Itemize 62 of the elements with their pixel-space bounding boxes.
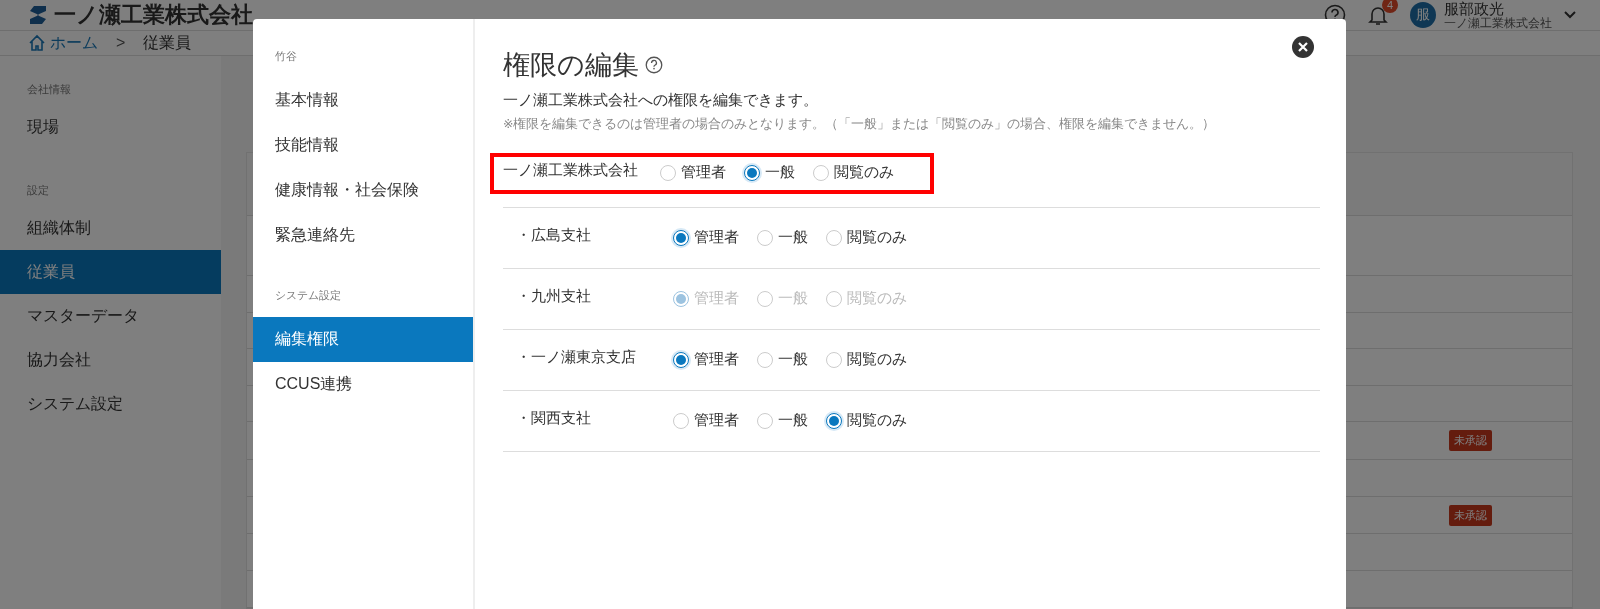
status-badge: 未承認 [1449,504,1492,526]
nav-item[interactable]: CCUS連携 [253,362,473,407]
role-option[interactable]: 一般 [757,350,808,369]
radio-button[interactable] [826,229,842,246]
notification-badge: 4 [1382,0,1398,13]
user-company: 一ノ瀬工業株式会社 [1444,16,1552,30]
help-icon[interactable] [645,56,663,74]
logo-icon [28,4,48,26]
radio-button[interactable] [744,164,760,181]
sidebar-item[interactable]: マスターデータ [0,294,221,338]
user-name: 服部政光 [1444,0,1504,17]
radio-button[interactable] [757,412,773,429]
role-option[interactable]: 閲覧のみ [813,163,894,182]
company-logo-text: 一ノ瀬工業株式会社 [54,1,253,29]
radio-button[interactable] [673,351,689,368]
radio-button[interactable] [660,164,676,181]
role-option[interactable]: 管理者 [660,163,726,182]
radio-button[interactable] [673,229,689,246]
employee-name: 竹谷 [274,49,298,64]
role-option: 管理者 [673,289,739,308]
radio-button[interactable] [757,351,773,368]
radio-button[interactable] [813,164,829,181]
role-option[interactable]: 閲覧のみ [826,228,907,247]
sidebar-item[interactable]: 協力会社 [0,338,221,382]
nav-item[interactable]: 技能情報 [253,123,473,168]
breadcrumb-current: 従業員 [143,32,192,53]
role-option[interactable]: 閲覧のみ [826,350,907,369]
role-option[interactable]: 一般 [757,228,808,247]
sidebar-item[interactable]: 現場 [0,105,221,149]
branch-name: 一ノ瀬工業株式会社 [503,161,639,180]
branch-name: ・九州支社 [516,287,592,306]
sidebar-item[interactable]: 組織体制 [0,206,221,250]
nav-heading: システム設定 [274,288,342,303]
radio-button[interactable] [673,412,689,429]
nav-item[interactable]: 編集権限 [253,317,473,362]
modal-title: 権限の編集 [503,49,639,82]
role-option[interactable]: 一般 [757,411,808,430]
radio-button[interactable] [757,229,773,246]
status-badge: 未承認 [1449,430,1492,451]
radio-button[interactable] [826,351,842,368]
role-option[interactable]: 管理者 [673,228,739,247]
home-icon [28,34,46,52]
note-text: ※権限を編集できるのは管理者の場合のみとなります。（「一般」または「閲覧のみ」の場合、権限を編集できません。） [503,116,1217,133]
branch-name: ・広島支社 [516,226,592,245]
role-option[interactable]: 管理者 [673,411,739,430]
nav-item[interactable]: 基本情報 [253,78,473,123]
sidebar-heading: 設定 [26,183,50,198]
sidebar-item[interactable]: システム設定 [0,382,221,426]
description-text: 一ノ瀬工業株式会社への権限を編集できます。 [503,91,819,110]
close-icon [1298,42,1308,52]
role-option: 閲覧のみ [826,289,907,308]
nav-item[interactable]: 緊急連絡先 [253,213,473,258]
role-option[interactable]: 一般 [744,163,795,182]
role-option[interactable]: 管理者 [673,350,739,369]
branch-name: ・一ノ瀬東京支店 [516,348,637,367]
nav-item[interactable]: 健康情報・社会保険 [253,168,473,213]
close-button[interactable] [1292,36,1314,58]
role-option[interactable]: 閲覧のみ [826,411,907,430]
chevron-down-icon[interactable] [1564,11,1576,19]
branch-name: ・関西支社 [516,409,592,428]
breadcrumb-separator: > [116,34,126,52]
radio-button[interactable] [826,412,842,429]
